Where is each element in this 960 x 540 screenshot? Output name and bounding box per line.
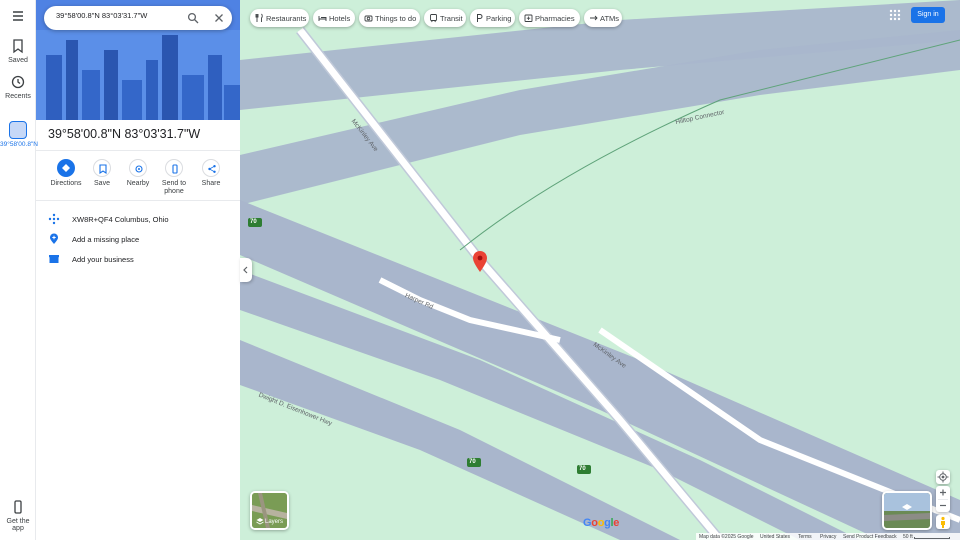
bookmark-icon [93, 159, 111, 177]
train-icon [430, 14, 437, 23]
layers-icon [256, 518, 264, 525]
current-place-label: 39°58'00.8"N [0, 141, 38, 148]
fork-knife-icon [255, 13, 263, 22]
chip-hotels[interactable]: Hotels [313, 9, 355, 27]
atm-icon [590, 15, 598, 21]
bookmark-icon [13, 39, 23, 54]
chip-label: Transit [440, 14, 463, 23]
search-icon[interactable] [187, 12, 199, 24]
directions-icon [57, 159, 75, 177]
add-missing-place-row[interactable]: Add a missing place [36, 229, 240, 249]
chip-label: Things to do [375, 14, 417, 23]
pegman-button[interactable] [936, 515, 950, 529]
share-button[interactable]: Share [193, 159, 229, 188]
hamburger-menu-icon [13, 11, 23, 21]
chip-restaurants[interactable]: Restaurants [250, 9, 309, 27]
send-to-phone-icon [165, 159, 183, 177]
chip-label: ATMs [600, 14, 620, 23]
storefront-icon [49, 255, 59, 263]
chip-parking[interactable]: Parking [470, 9, 515, 27]
send-to-phone-button[interactable]: Send to phone [156, 159, 192, 196]
street-view-thumbnail[interactable] [882, 491, 932, 530]
place-panel: 39°58'00.8"N 83°03'31.7"W Directions Sav… [36, 0, 240, 540]
directions-label: Directions [50, 180, 82, 187]
nearby-label: Nearby [126, 180, 150, 187]
terms-link[interactable]: Terms [798, 534, 812, 540]
get-app-button[interactable]: Get the app [0, 499, 36, 532]
apps-grid-icon[interactable] [888, 8, 902, 22]
chip-atms[interactable]: ATMs [584, 9, 622, 27]
layers-label: Layers [265, 519, 284, 525]
my-location-button[interactable] [936, 470, 950, 484]
route-shield-label-b: 70 [469, 459, 476, 465]
pegman-icon [941, 516, 945, 528]
scale-label[interactable]: 50 ft [903, 534, 913, 540]
history-icon [11, 75, 25, 89]
camera-icon [364, 15, 373, 22]
left-rail: Saved Recents 39°58'00.8"N Get the app [0, 0, 38, 540]
map-data-attribution: Map data ©2025 Google [699, 534, 754, 540]
scale-bar [914, 537, 950, 539]
route-shield-label-c: 70 [579, 466, 586, 472]
send-to-phone-label: Send to phone [161, 180, 187, 195]
share-icon [202, 159, 220, 177]
recents-label: Recents [5, 93, 31, 100]
sign-in-button[interactable]: Sign in [911, 7, 945, 23]
google-logo: Google [583, 517, 620, 529]
privacy-link[interactable]: Privacy [820, 534, 836, 540]
route-shield-label-a: 70 [250, 219, 257, 225]
search-input[interactable] [56, 11, 174, 20]
save-label: Save [94, 180, 110, 187]
chevron-left-icon [243, 266, 248, 274]
country-link[interactable]: United States [760, 534, 790, 540]
search-box [44, 6, 232, 30]
recents-button[interactable]: Recents [0, 74, 36, 100]
plus-code-text: XW8R+QF4 Columbus, Ohio [72, 215, 169, 224]
close-icon[interactable] [213, 12, 225, 24]
nearby-button[interactable]: Nearby [120, 159, 156, 188]
phone-icon [14, 500, 22, 514]
parking-icon [477, 14, 483, 22]
share-label: Share [201, 180, 221, 187]
nearby-icon [129, 159, 147, 177]
send-feedback-link[interactable]: Send Product Feedback [843, 534, 897, 540]
place-thumbnail [9, 121, 27, 139]
collapse-panel-button[interactable] [240, 258, 252, 282]
chip-pharmacies[interactable]: Pharmacies [519, 9, 580, 27]
saved-button[interactable]: Saved [0, 38, 36, 64]
pill-icon [524, 14, 533, 22]
plus-code-icon [48, 213, 60, 225]
place-title: 39°58'00.8"N 83°03'31.7"W [48, 127, 201, 141]
zoom-in-icon[interactable] [936, 486, 950, 499]
chip-label: Restaurants [266, 14, 307, 23]
zoom-control [936, 486, 950, 512]
map-footer: Map data ©2025 Google United States Term… [696, 533, 960, 540]
directions-button[interactable]: Directions [48, 159, 84, 188]
bed-icon [318, 16, 327, 21]
street-view-image [884, 493, 930, 528]
chip-label: Pharmacies [535, 14, 575, 23]
menu-button[interactable] [0, 8, 36, 27]
my-location-icon [937, 471, 949, 483]
chip-transit[interactable]: Transit [424, 9, 466, 27]
action-bar: Directions Save Nearby Send to phone Sha… [36, 150, 240, 201]
chip-label: Parking [486, 14, 512, 23]
add-business-text: Add your business [72, 255, 134, 264]
add-missing-place-text: Add a missing place [72, 235, 140, 244]
saved-label: Saved [8, 57, 28, 64]
save-button[interactable]: Save [84, 159, 120, 188]
get-app-label: Get the app [6, 518, 30, 532]
zoom-out-icon[interactable] [936, 499, 950, 512]
add-location-icon [50, 233, 58, 244]
layers-button[interactable]: Layers [250, 491, 289, 530]
plus-code-row[interactable]: XW8R+QF4 Columbus, Ohio [36, 209, 240, 229]
add-business-row[interactable]: Add your business [36, 249, 240, 269]
chip-label: Hotels [329, 14, 351, 23]
current-place-button[interactable]: 39°58'00.8"N [0, 121, 38, 149]
chip-things-to-do[interactable]: Things to do [359, 9, 420, 27]
